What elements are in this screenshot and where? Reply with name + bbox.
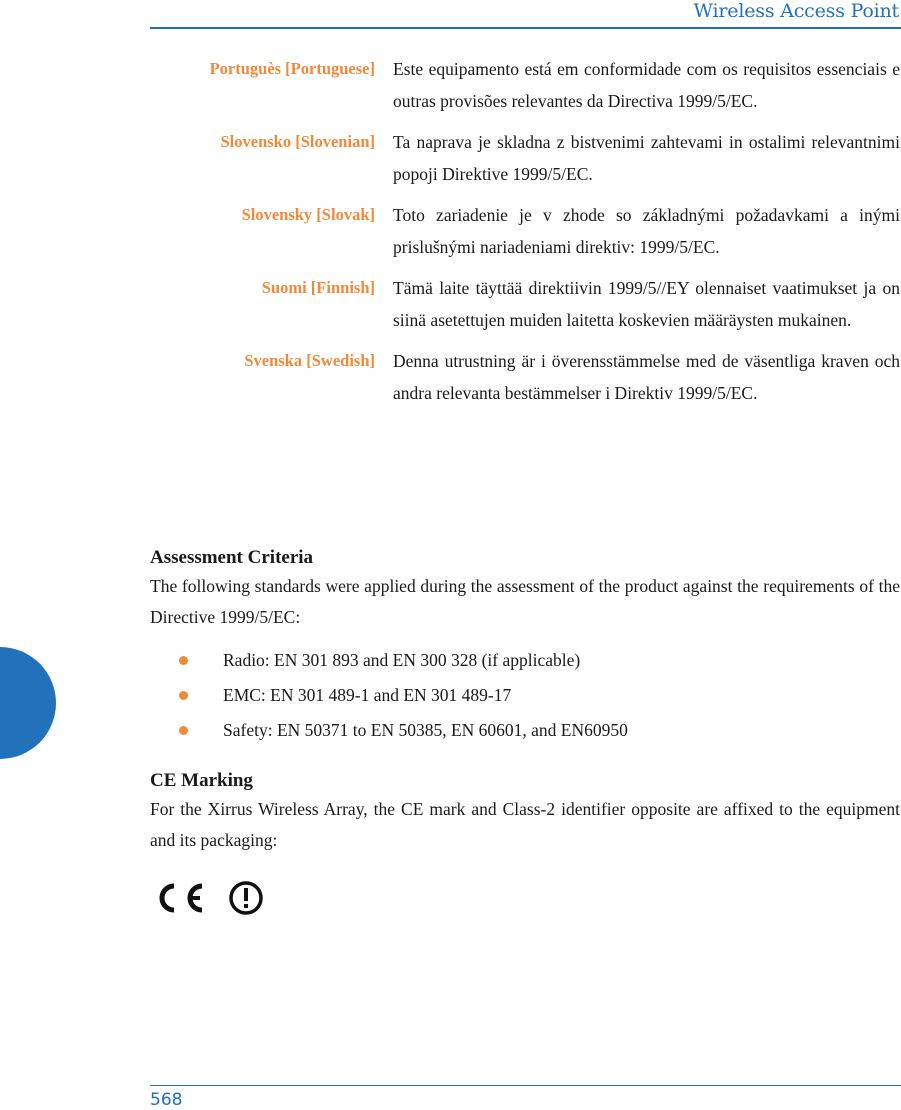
language-label: Svenska [Swedish] (244, 351, 375, 370)
language-row: Slovensky [Slovak] Toto zariadenie je v … (150, 199, 900, 263)
list-item: Radio: EN 301 893 and EN 300 328 (if app… (150, 643, 900, 678)
list-item: Safety: EN 50371 to EN 50385, EN 60601, … (150, 713, 900, 748)
list-item-text: Safety: EN 50371 to EN 50385, EN 60601, … (223, 720, 628, 740)
ce-mark-icon (159, 883, 203, 913)
language-row: Suomi [Finnish] Tämä laite täyttää direk… (150, 272, 900, 336)
language-label: Slovensky [Slovak] (241, 205, 375, 224)
section-heading: CE Marking (150, 770, 253, 791)
page-number: 568 (150, 1090, 183, 1110)
list-item-text: EMC: EN 301 489-1 and EN 301 489-17 (223, 685, 512, 705)
language-declaration: Este equipamento está em conformidade co… (393, 59, 900, 111)
bullet-icon (179, 656, 188, 665)
header-rule (150, 27, 901, 29)
section-heading: Assessment Criteria (150, 547, 314, 568)
language-declarations-table: Portuguès [Portuguese] Este equipamento … (150, 53, 900, 418)
language-row: Svenska [Swedish] Denna utrustning är i … (150, 345, 900, 409)
language-label: Slovensko [Slovenian] (220, 132, 376, 151)
compliance-marks (152, 880, 264, 916)
bullet-icon (179, 691, 188, 700)
language-declaration: Denna utrustning är i överensstämmelse m… (393, 351, 900, 403)
footer-rule (150, 1085, 901, 1086)
language-label: Suomi [Finnish] (261, 278, 375, 297)
standards-list: Radio: EN 301 893 and EN 300 328 (if app… (150, 643, 900, 748)
chapter-tab-marker (0, 647, 56, 759)
language-row: Slovensko [Slovenian] Ta naprava je skla… (150, 126, 901, 190)
language-declaration: Tämä laite täyttää direktiivin 1999/5//E… (393, 278, 900, 330)
ce-marking-section: CE Marking For the Xirrus Wireless Array… (150, 768, 900, 856)
language-row: Portuguès [Portuguese] Este equipamento … (150, 53, 900, 117)
language-declaration: Toto zariadenie je v zhode so základnými… (393, 205, 900, 257)
language-label: Portuguès [Portuguese] (209, 59, 375, 78)
list-item: EMC: EN 301 489-1 and EN 301 489-17 (150, 678, 900, 713)
bullet-icon (179, 726, 188, 735)
section-paragraph: The following standards were applied dur… (150, 576, 900, 627)
running-header-title: Wireless Access Point (693, 0, 900, 22)
list-item-text: Radio: EN 301 893 and EN 300 328 (if app… (223, 650, 581, 670)
class-2-alert-icon (229, 881, 263, 915)
assessment-criteria-section: Assessment Criteria The following standa… (150, 545, 900, 748)
section-paragraph: For the Xirrus Wireless Array, the CE ma… (150, 799, 900, 850)
language-declaration: Ta naprava je skladna z bistvenimi zahte… (393, 132, 900, 184)
